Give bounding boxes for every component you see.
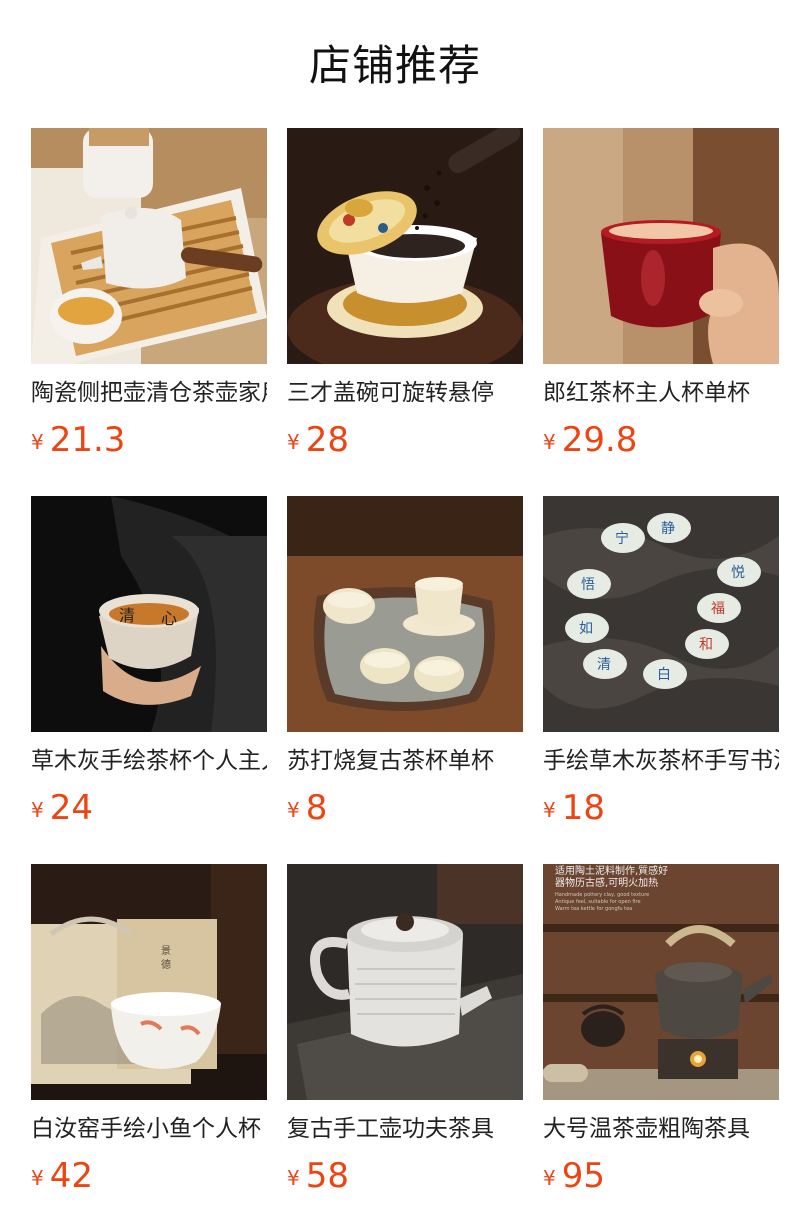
product-image[interactable] <box>31 128 267 364</box>
product-name[interactable]: 白汝窑手绘小鱼个人杯 <box>31 1114 267 1144</box>
svg-text:适用陶土泥料制作,質感好: 适用陶土泥料制作,質感好 <box>555 864 668 877</box>
price-value: 42 <box>49 1156 93 1196</box>
price-value: 95 <box>561 1156 605 1196</box>
currency-symbol: ¥ <box>31 798 44 822</box>
currency-symbol: ¥ <box>543 798 556 822</box>
product-name[interactable]: 大号温茶壶粗陶茶具 <box>543 1114 779 1144</box>
product-image[interactable] <box>287 864 523 1100</box>
product-card[interactable]: 适用陶土泥料制作,質感好 器物历古感,可明火加热 Handmade potter… <box>543 864 779 1196</box>
svg-text:景: 景 <box>161 945 171 957</box>
product-image[interactable]: 适用陶土泥料制作,質感好 器物历古感,可明火加热 Handmade potter… <box>543 864 779 1100</box>
product-price: ¥58 <box>287 1156 523 1196</box>
product-price: ¥21.3 <box>31 420 267 460</box>
product-name[interactable]: 陶瓷侧把壶清仓茶壶家用 <box>31 378 267 408</box>
product-name[interactable]: 三才盖碗可旋转悬停 <box>287 378 523 408</box>
product-name[interactable]: 手绘草木灰茶杯手写书法 <box>543 746 779 776</box>
svg-text:德: 德 <box>161 958 171 971</box>
page-title: 店铺推荐 <box>308 41 481 90</box>
product-card[interactable]: 宁 静 悟 如 清 白 和 福 悦 手绘草木灰茶杯手写书法 ¥18 <box>543 496 779 828</box>
product-name[interactable]: 复古手工壶功夫茶具 <box>287 1114 523 1144</box>
svg-text:白: 白 <box>657 667 671 683</box>
product-image[interactable] <box>543 128 779 364</box>
price-value: 8 <box>305 788 328 828</box>
product-price: ¥24 <box>31 788 267 828</box>
product-price: ¥42 <box>31 1156 267 1196</box>
currency-symbol: ¥ <box>287 1166 300 1190</box>
price-value: 29.8 <box>561 420 638 460</box>
product-card[interactable]: 陶瓷侧把壶清仓茶壶家用 ¥21.3 <box>31 128 267 460</box>
svg-text:Warm tea kettle for gongfu tea: Warm tea kettle for gongfu tea <box>555 906 632 912</box>
product-image[interactable] <box>287 128 523 364</box>
svg-text:清: 清 <box>119 606 135 625</box>
product-card[interactable]: 景 德 白汝窑手绘小鱼个人杯 ¥42 <box>31 864 267 1196</box>
svg-text:悟: 悟 <box>581 577 595 593</box>
svg-text:宁: 宁 <box>615 530 629 547</box>
price-value: 58 <box>305 1156 349 1196</box>
product-price: ¥8 <box>287 788 523 828</box>
svg-text:清: 清 <box>597 657 611 673</box>
product-card[interactable]: 苏打烧复古茶杯单杯 ¥8 <box>287 496 523 828</box>
svg-text:悦: 悦 <box>731 565 745 581</box>
price-value: 28 <box>305 420 349 460</box>
svg-text:Handmade pottery clay, good te: Handmade pottery clay, good texture <box>555 892 649 898</box>
price-value: 18 <box>561 788 605 828</box>
product-price: ¥95 <box>543 1156 779 1196</box>
product-card[interactable]: 清 心 草木灰手绘茶杯个人主人杯 ¥24 <box>31 496 267 828</box>
product-card[interactable]: 复古手工壶功夫茶具 ¥58 <box>287 864 523 1196</box>
svg-text:心: 心 <box>161 609 177 628</box>
svg-text:如: 如 <box>579 621 593 637</box>
product-price: ¥18 <box>543 788 779 828</box>
product-card[interactable]: 三才盖碗可旋转悬停 ¥28 <box>287 128 523 460</box>
svg-text:器物历古感,可明火加热: 器物历古感,可明火加热 <box>555 876 658 889</box>
product-name[interactable]: 草木灰手绘茶杯个人主人杯 <box>31 746 267 776</box>
currency-symbol: ¥ <box>287 798 300 822</box>
price-value: 21.3 <box>49 420 126 460</box>
currency-symbol: ¥ <box>287 430 300 454</box>
product-card[interactable]: 郎红茶杯主人杯单杯 ¥29.8 <box>543 128 779 460</box>
product-name[interactable]: 苏打烧复古茶杯单杯 <box>287 746 523 776</box>
svg-text:和: 和 <box>699 637 713 653</box>
svg-text:静: 静 <box>661 521 675 537</box>
price-value: 24 <box>49 788 93 828</box>
product-image[interactable]: 清 心 <box>31 496 267 732</box>
product-price: ¥29.8 <box>543 420 779 460</box>
product-price: ¥28 <box>287 420 523 460</box>
currency-symbol: ¥ <box>31 1166 44 1190</box>
product-image[interactable]: 景 德 <box>31 864 267 1100</box>
currency-symbol: ¥ <box>31 430 44 454</box>
currency-symbol: ¥ <box>543 1166 556 1190</box>
currency-symbol: ¥ <box>543 430 556 454</box>
product-image[interactable]: 宁 静 悟 如 清 白 和 福 悦 <box>543 496 779 732</box>
svg-text:Antique feel, suitable for ope: Antique feel, suitable for open fire <box>555 899 641 905</box>
svg-text:福: 福 <box>711 601 725 617</box>
product-image[interactable] <box>287 496 523 732</box>
product-name[interactable]: 郎红茶杯主人杯单杯 <box>543 378 779 408</box>
